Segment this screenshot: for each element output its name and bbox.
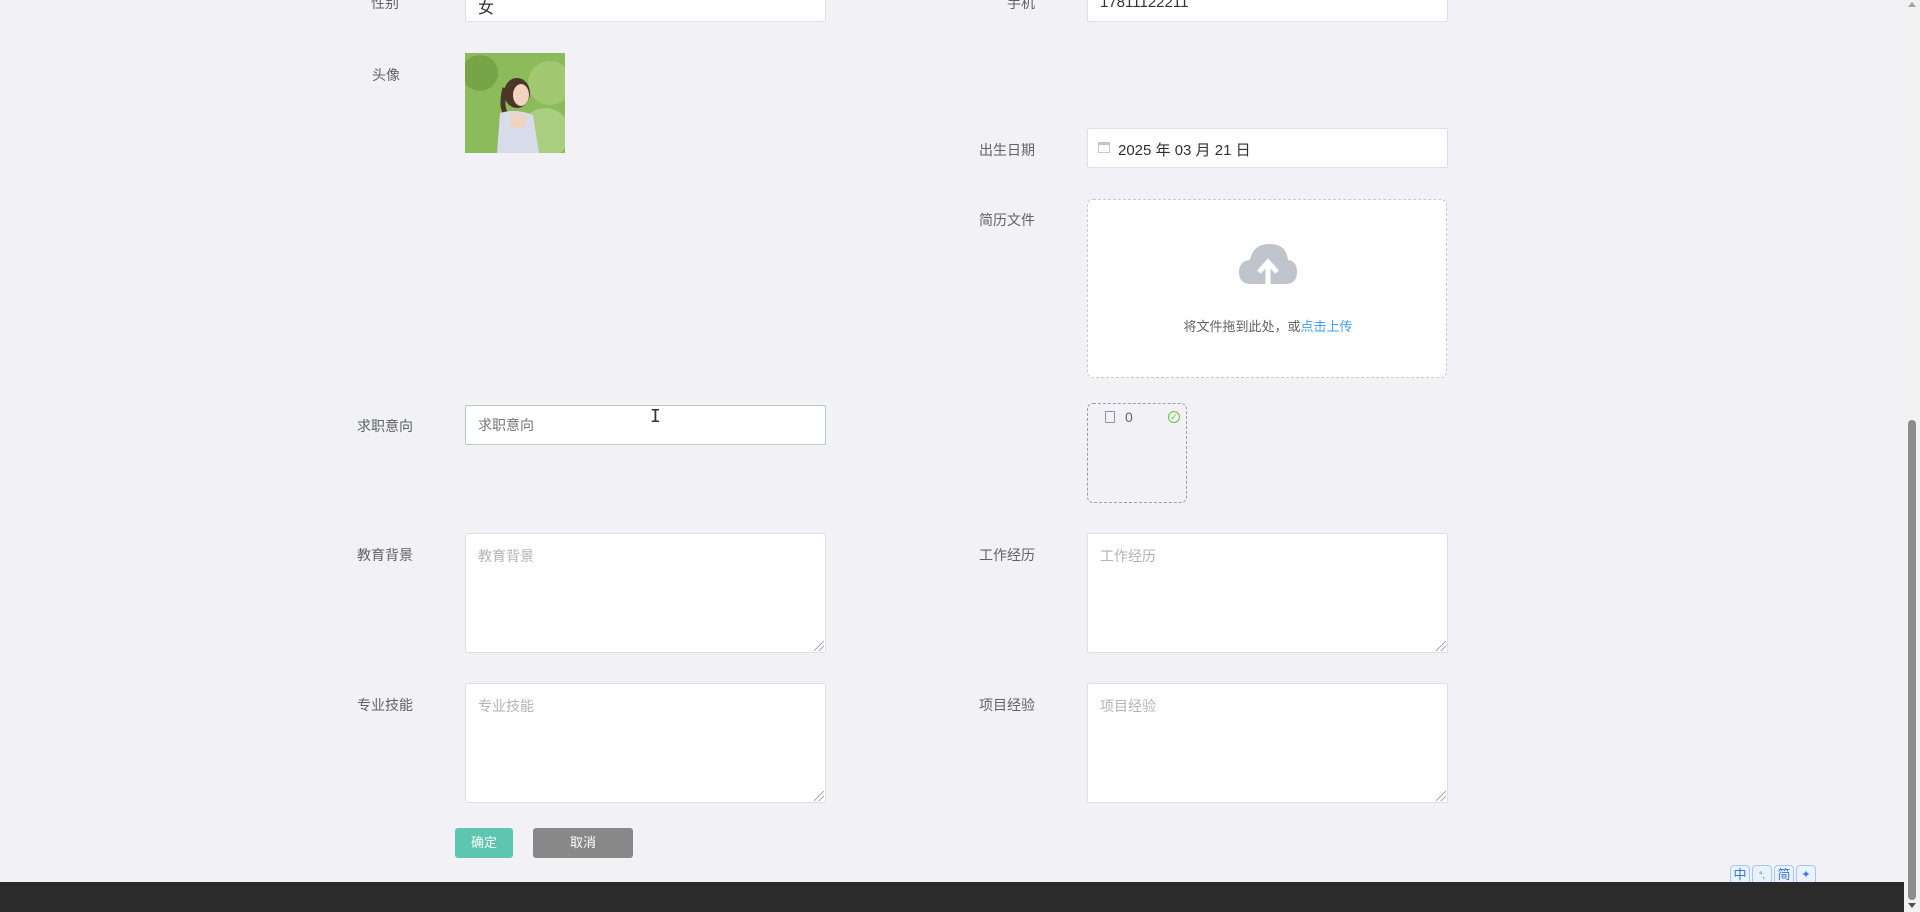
- gender-select[interactable]: 女: [465, 0, 826, 22]
- uploaded-file-name: 0: [1125, 409, 1133, 425]
- birthdate-value: 2025 年 03 月 21 日: [1118, 142, 1251, 159]
- education-placeholder: 教育背景: [478, 548, 534, 564]
- resume-dropzone[interactable]: 将文件拖到此处，或点击上传: [1087, 199, 1447, 378]
- upload-drop-text: 将文件拖到此处，或: [1183, 319, 1301, 334]
- skills-placeholder: 专业技能: [478, 698, 534, 714]
- education-textarea[interactable]: 教育背景: [465, 533, 826, 653]
- skills-label: 专业技能: [357, 697, 413, 713]
- scroll-up-arrow-icon[interactable]: [1908, 2, 1916, 7]
- skills-textarea[interactable]: 专业技能: [465, 683, 826, 803]
- resume-label: 简历文件: [979, 212, 1035, 228]
- projects-textarea[interactable]: 项目经验: [1087, 683, 1448, 803]
- cancel-button[interactable]: 取消: [533, 828, 633, 858]
- avatar-label: 头像: [372, 67, 400, 83]
- scrollbar-thumb[interactable]: [1908, 420, 1916, 900]
- success-check-icon: ✓: [1168, 411, 1180, 423]
- calendar-icon: [1098, 142, 1110, 153]
- resize-handle[interactable]: [1436, 641, 1446, 651]
- work-placeholder: 工作经历: [1100, 548, 1156, 564]
- projects-placeholder: 项目经验: [1100, 698, 1156, 714]
- upload-click-link[interactable]: 点击上传: [1301, 319, 1353, 334]
- page-footer: [0, 882, 1904, 912]
- education-label: 教育背景: [357, 547, 413, 563]
- upload-cloud-icon: [1237, 240, 1299, 295]
- gender-value: 女: [478, 0, 495, 17]
- projects-label: 项目经验: [979, 697, 1035, 713]
- work-label: 工作经历: [979, 547, 1035, 563]
- phone-value: 17811122211: [1100, 0, 1189, 11]
- avatar-image[interactable]: [465, 53, 565, 153]
- phone-input[interactable]: 17811122211: [1087, 0, 1448, 22]
- job-intent-input[interactable]: [465, 405, 826, 445]
- phone-label: 手机: [1007, 0, 1035, 11]
- document-icon: [1105, 411, 1115, 423]
- work-textarea[interactable]: 工作经历: [1087, 533, 1448, 653]
- upload-hint: 将文件拖到此处，或点击上传: [1088, 316, 1448, 335]
- scroll-down-arrow-icon[interactable]: [1908, 903, 1916, 908]
- birthdate-picker[interactable]: 2025 年 03 月 21 日: [1087, 128, 1448, 168]
- uploaded-file-card[interactable]: 0 ✓: [1087, 403, 1187, 503]
- gender-label: 性别: [371, 0, 399, 11]
- resize-handle[interactable]: [1436, 791, 1446, 801]
- birthdate-label: 出生日期: [979, 142, 1035, 158]
- resize-handle[interactable]: [814, 641, 824, 651]
- text-cursor-icon: I: [650, 406, 661, 427]
- job-intent-label: 求职意向: [357, 418, 413, 434]
- resize-handle[interactable]: [814, 791, 824, 801]
- confirm-button[interactable]: 确定: [455, 828, 513, 858]
